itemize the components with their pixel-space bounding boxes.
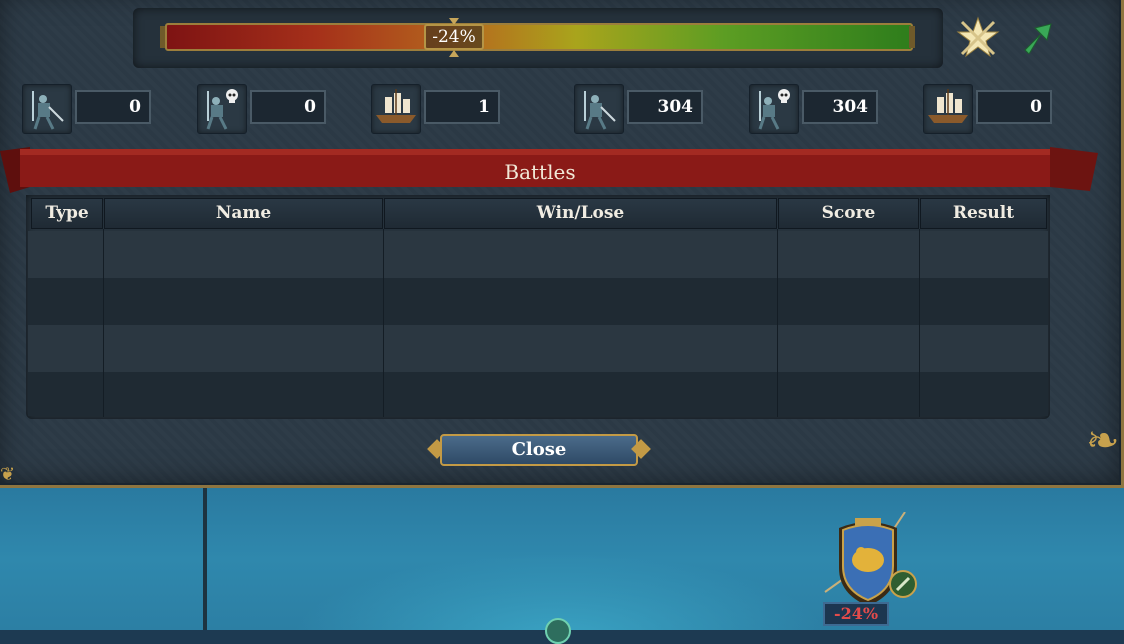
war-score-marker-bottom-icon (449, 50, 459, 57)
infantry-icon (22, 84, 72, 134)
stat-value: 304 (802, 90, 878, 124)
stat-own-infantry: 0 (22, 84, 152, 134)
close-button-label: Close (440, 434, 638, 466)
close-button[interactable]: Close (427, 432, 651, 470)
war-score-bar-cap-right (909, 26, 915, 48)
green-arrow-icon[interactable] (1019, 20, 1055, 54)
battles-title: Battles (504, 160, 576, 184)
column-header-name[interactable]: Name (104, 198, 383, 229)
table-row-empty (28, 372, 1048, 416)
infantry-skull-icon (749, 84, 799, 134)
stat-enemy-casualties: 304 (749, 84, 879, 134)
map-border-line (203, 488, 207, 630)
emblem-war-score-label: -24% (823, 602, 889, 626)
column-header-result[interactable]: Result (920, 198, 1047, 229)
stat-value: 1 (424, 90, 500, 124)
infantry-icon (574, 84, 624, 134)
stat-enemy-infantry: 304 (574, 84, 704, 134)
map-background[interactable] (0, 488, 1124, 630)
stat-value: 0 (250, 90, 326, 124)
crossed-swords-icon[interactable] (956, 16, 1000, 60)
column-header-type[interactable]: Type (31, 198, 103, 229)
table-row-empty (28, 231, 1048, 278)
stat-own-casualties: 0 (197, 84, 327, 134)
stat-value: 0 (75, 90, 151, 124)
war-score-label: -24% (424, 24, 484, 50)
table-row-empty (28, 278, 1048, 325)
column-header-score[interactable]: Score (778, 198, 919, 229)
column-header-win-lose[interactable]: Win/Lose (384, 198, 777, 229)
column-divider (103, 229, 104, 417)
table-row-empty (28, 325, 1048, 372)
stat-value: 0 (976, 90, 1052, 124)
column-divider (919, 229, 920, 417)
panel-corner-ornament-left: ❦ (0, 464, 16, 485)
stat-enemy-ships: 0 (923, 84, 1055, 134)
war-score-bar[interactable] (165, 23, 913, 51)
column-divider (383, 229, 384, 417)
panel-corner-ornament-right: ❧ (1086, 418, 1120, 464)
ship-icon (923, 84, 973, 134)
stat-value: 304 (627, 90, 703, 124)
stat-own-ships: 1 (371, 84, 503, 134)
column-divider (777, 229, 778, 417)
map-unit-marker[interactable] (545, 618, 571, 644)
infantry-skull-icon (197, 84, 247, 134)
ship-icon (371, 84, 421, 134)
